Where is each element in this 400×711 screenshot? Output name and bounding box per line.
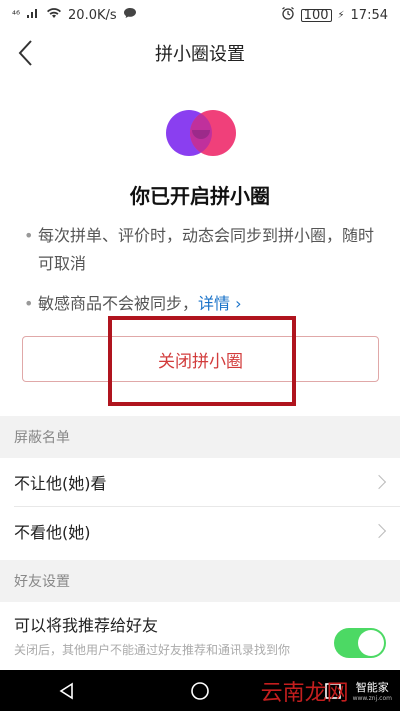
watermark-url: www.znj.com [352,695,392,702]
status-heading: 你已开启拼小圈 [130,184,270,208]
close-pinxiaoquan-button[interactable]: 关闭拼小圈 [22,336,379,382]
page-title: 拼小圈设置 [155,44,245,65]
info-sync-text: 每次拼单、评价时，动态会同步到拼小圈，随时可取消 [38,226,375,273]
info-list: • 每次拼单、评价时，动态会同步到拼小圈，随时可取消 • 敏感商品不会被同步，详… [24,222,380,318]
message-icon [123,7,137,23]
circle-home-icon [191,681,209,700]
status-bar: ⁴⁶ 20.0K/s 100 ⚡ 17:54 [0,0,400,30]
recommend-description: 关闭后，其他用户不能通过好友推荐和通讯录找到你 [14,643,291,657]
signal-icon: ⁴⁶ [12,9,21,21]
pinxiaoquan-logo-icon [165,108,237,158]
chevron-left-icon [18,40,32,66]
status-right: 100 ⚡ 17:54 [281,6,388,24]
row-hide-their-posts[interactable]: 不看他(她) [0,507,400,555]
status-left: ⁴⁶ 20.0K/s [12,7,137,23]
row-label: 不让他(她)看 [14,474,107,493]
row-recommend-to-friends: 可以将我推荐给好友 关闭后，其他用户不能通过好友推荐和通讯录找到你 [0,604,400,670]
watermark-main-text: 云南龙网 [260,680,349,706]
section-header-friend-settings: 好友设置 [0,560,400,602]
watermark-side: 智能家 www.znj.com [353,679,392,702]
chevron-right-icon [371,474,387,490]
info-sensitive-text: 敏感商品不会被同步， [38,294,199,313]
back-button[interactable] [10,36,40,70]
system-home-button[interactable] [170,670,230,711]
toggle-knob [358,630,384,656]
info-item: • 敏感商品不会被同步，详情 › [24,290,380,318]
row-label: 不看他(她) [14,523,91,542]
row-hide-from-them[interactable]: 不让他(她)看 [0,458,400,506]
cellular-icon [26,7,40,23]
info-item: • 每次拼单、评价时，动态会同步到拼小圈，随时可取消 [24,222,380,278]
charging-icon: ⚡ [337,9,345,21]
battery-icon: 100 [300,8,332,22]
wifi-icon [46,7,62,23]
system-back-button[interactable] [37,670,97,711]
status-time: 17:54 [350,7,388,23]
close-button-label: 关闭拼小圈 [158,351,243,372]
triangle-back-icon [59,682,73,699]
chevron-right-icon [371,523,387,539]
alarm-icon [281,6,295,24]
nav-bar: 拼小圈设置 [0,30,400,76]
section-header-block-list: 屏蔽名单 [0,416,400,458]
recommend-title: 可以将我推荐给好友 [14,616,159,635]
bullet-dot-icon: • [24,294,34,313]
watermark: 云南龙网 智能家 www.znj.com [261,670,392,711]
bullet-dot-icon: • [24,226,34,245]
network-speed: 20.0K/s [68,7,117,23]
watermark-small-text: 智能家 [355,681,389,694]
recommend-toggle[interactable] [334,628,386,658]
detail-link[interactable]: 详情 › [198,294,242,313]
